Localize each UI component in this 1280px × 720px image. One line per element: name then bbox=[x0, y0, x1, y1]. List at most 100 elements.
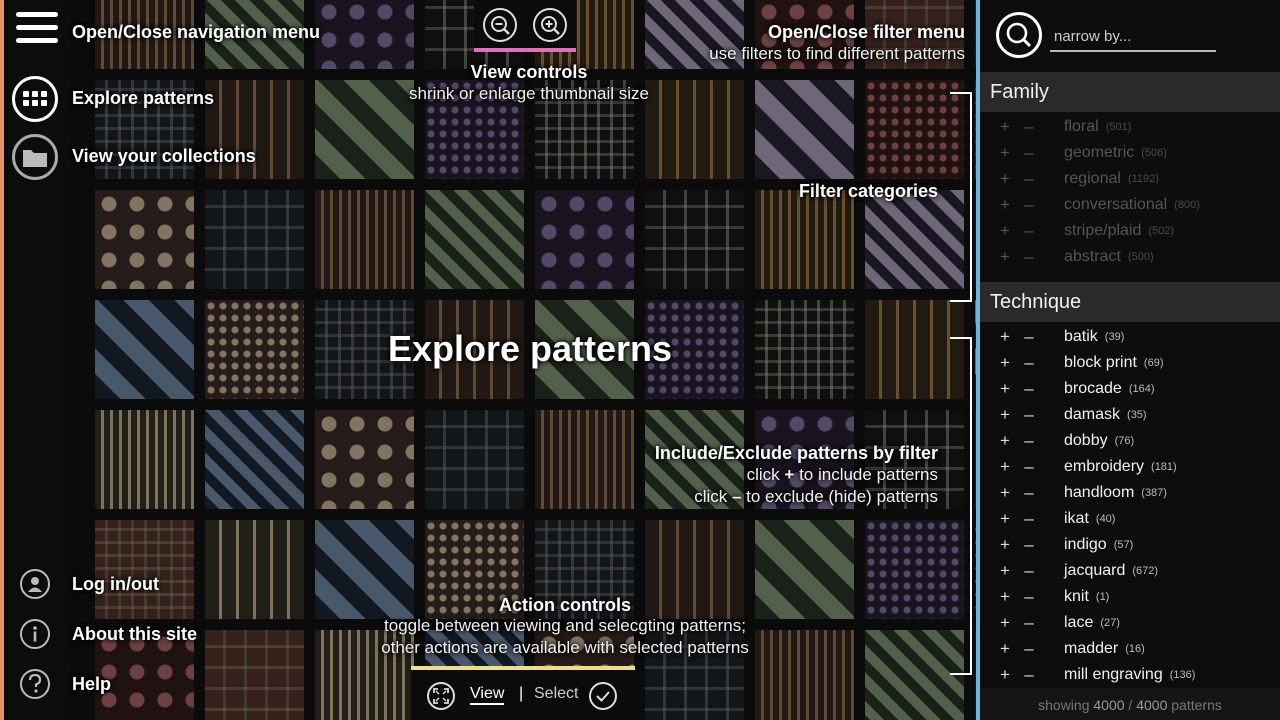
include-plus-button[interactable]: + bbox=[994, 195, 1016, 215]
filter-item-conversational: + – conversational (800) bbox=[980, 192, 1280, 218]
include-plus-button[interactable]: + bbox=[994, 665, 1016, 685]
exclude-minus-button[interactable]: – bbox=[1018, 639, 1040, 659]
action-bar: View | Select bbox=[411, 666, 635, 720]
user-icon[interactable] bbox=[20, 569, 50, 599]
exclude-minus-button[interactable]: – bbox=[1018, 535, 1040, 555]
filter-label: abstract bbox=[1064, 248, 1121, 265]
include-plus-button[interactable]: + bbox=[994, 143, 1016, 163]
info-icon[interactable] bbox=[20, 619, 50, 649]
exclude-minus-button[interactable]: – bbox=[1018, 379, 1040, 399]
action-controls-line1: toggle between viewing and selecgting pa… bbox=[384, 616, 746, 635]
checkmark-icon[interactable] bbox=[589, 682, 617, 710]
filter-count: (506) bbox=[1141, 147, 1167, 159]
include-plus-button[interactable]: + bbox=[994, 613, 1016, 633]
zoom-out-icon[interactable] bbox=[483, 8, 517, 42]
include-plus-button[interactable]: + bbox=[994, 535, 1016, 555]
filter-label: knit bbox=[1064, 588, 1089, 605]
include-plus-button[interactable]: + bbox=[994, 221, 1016, 241]
exclude-minus-button[interactable]: – bbox=[1018, 247, 1040, 267]
grid-icon[interactable] bbox=[12, 76, 58, 122]
filter-count: (1) bbox=[1095, 591, 1110, 603]
include-plus-button[interactable]: + bbox=[994, 379, 1016, 399]
help-icon[interactable] bbox=[20, 669, 50, 699]
search-icon[interactable] bbox=[996, 12, 1042, 58]
filter-item-handloom: + – handloom (387) bbox=[980, 480, 1280, 506]
exclude-minus-button[interactable]: – bbox=[1018, 221, 1040, 241]
include-plus-button[interactable]: + bbox=[994, 169, 1016, 189]
exclude-minus-button[interactable]: – bbox=[1018, 587, 1040, 607]
action-controls-line2: other actions are available with selecte… bbox=[381, 638, 749, 657]
filter-count: (181) bbox=[1151, 461, 1177, 473]
exclude-hint: click – to exclude (hide) patterns bbox=[694, 487, 938, 506]
about-annotation: About this site bbox=[72, 624, 197, 644]
explore-annotation: Explore patterns bbox=[72, 88, 215, 108]
filter-item-jacquard: + – jacquard (672) bbox=[980, 558, 1280, 584]
filter-label: regional bbox=[1064, 170, 1121, 187]
login-annotation: Log in/out bbox=[72, 574, 159, 594]
exclude-minus-button[interactable]: – bbox=[1018, 143, 1040, 163]
family-section-header[interactable]: Family bbox=[980, 72, 1280, 112]
include-plus-button[interactable]: + bbox=[994, 509, 1016, 529]
filter-item-stripe-plaid: + – stripe/plaid (502) bbox=[980, 218, 1280, 244]
exclude-minus-button[interactable]: – bbox=[1018, 405, 1040, 425]
menu-icon[interactable] bbox=[16, 12, 58, 52]
filter-label: dobby bbox=[1064, 432, 1108, 449]
filter-item-regional: + – regional (1192) bbox=[980, 166, 1280, 192]
filter-label: embroidery bbox=[1064, 458, 1145, 475]
filter-item-madder: + – madder (16) bbox=[980, 636, 1280, 662]
filter-count: (69) bbox=[1143, 357, 1164, 369]
filter-label: mill engraving bbox=[1064, 666, 1163, 683]
action-controls-title: Action controls bbox=[498, 595, 631, 615]
technique-section-header[interactable]: Technique bbox=[980, 282, 1280, 322]
exclude-minus-button[interactable]: – bbox=[1018, 431, 1040, 451]
include-plus-button[interactable]: + bbox=[994, 327, 1016, 347]
filter-count: (136) bbox=[1169, 669, 1196, 681]
filter-item-brocade: + – brocade (164) bbox=[980, 376, 1280, 402]
filter-label: brocade bbox=[1064, 380, 1122, 397]
filter-label: ikat bbox=[1064, 510, 1089, 527]
view-controls-title: View controls bbox=[470, 62, 588, 82]
include-plus-button[interactable]: + bbox=[994, 483, 1016, 503]
filter-menu-subtitle: use filters to find different patterns bbox=[709, 44, 965, 63]
select-mode-button[interactable]: Select bbox=[534, 685, 578, 703]
exclude-minus-button[interactable]: – bbox=[1018, 117, 1040, 137]
filter-count: (1192) bbox=[1127, 173, 1159, 185]
include-plus-button[interactable]: + bbox=[994, 117, 1016, 137]
folder-icon[interactable] bbox=[12, 134, 58, 180]
exclude-minus-button[interactable]: – bbox=[1018, 195, 1040, 215]
zoom-in-icon[interactable] bbox=[533, 8, 567, 42]
exclude-minus-button[interactable]: – bbox=[1018, 509, 1040, 529]
filter-count: (35) bbox=[1127, 409, 1147, 421]
exclude-minus-button[interactable]: – bbox=[1018, 327, 1040, 347]
include-plus-button[interactable]: + bbox=[994, 431, 1016, 451]
exclude-minus-button[interactable]: – bbox=[1018, 457, 1040, 477]
filter-item-lace: + – lace (27) bbox=[980, 610, 1280, 636]
collections-annotation: View your collections bbox=[72, 146, 256, 166]
expand-icon[interactable] bbox=[427, 682, 455, 710]
mode-separator: | bbox=[519, 685, 524, 702]
exclude-minus-button[interactable]: – bbox=[1018, 169, 1040, 189]
filter-count: (40) bbox=[1095, 513, 1116, 525]
exclude-minus-button[interactable]: – bbox=[1018, 613, 1040, 633]
filter-search-input[interactable] bbox=[1050, 22, 1216, 52]
filter-label: stripe/plaid bbox=[1064, 222, 1142, 239]
exclude-minus-button[interactable]: – bbox=[1018, 483, 1040, 503]
exclude-minus-button[interactable]: – bbox=[1018, 665, 1040, 685]
filter-count: (164) bbox=[1128, 383, 1155, 395]
exclude-minus-button[interactable]: – bbox=[1018, 561, 1040, 581]
include-plus-button[interactable]: + bbox=[994, 247, 1016, 267]
filter-label: damask bbox=[1064, 406, 1121, 423]
include-plus-button[interactable]: + bbox=[994, 353, 1016, 373]
include-plus-button[interactable]: + bbox=[994, 405, 1016, 425]
filter-label: handloom bbox=[1064, 484, 1135, 501]
exclude-minus-button[interactable]: – bbox=[1018, 353, 1040, 373]
include-plus-button[interactable]: + bbox=[994, 457, 1016, 477]
center-title: Explore patterns bbox=[387, 328, 673, 369]
view-controls-subtitle: shrink or enlarge thumbnail size bbox=[408, 84, 649, 103]
include-plus-button[interactable]: + bbox=[994, 561, 1016, 581]
view-mode-button[interactable]: View bbox=[470, 685, 505, 705]
include-plus-button[interactable]: + bbox=[994, 587, 1016, 607]
include-plus-button[interactable]: + bbox=[994, 639, 1016, 659]
filter-item-floral: + – floral (501) bbox=[980, 114, 1280, 140]
view-controls bbox=[474, 0, 576, 52]
